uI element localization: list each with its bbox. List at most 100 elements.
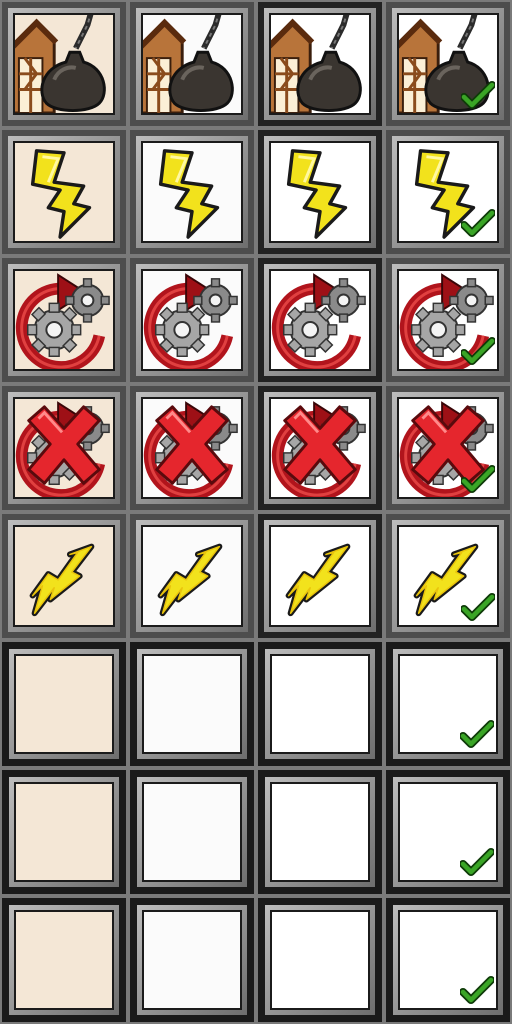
gear-cycle-cancel-icon <box>143 399 241 497</box>
sprite-button-r1-pressed[interactable] <box>256 128 384 256</box>
sprite-button-r1-selected[interactable] <box>384 128 512 256</box>
button-face <box>397 13 499 115</box>
button-face <box>397 525 499 627</box>
button-frame <box>130 258 254 382</box>
button-face <box>270 910 370 1010</box>
small-lightning-bolt-icon <box>271 527 369 625</box>
checkmark-icon <box>461 81 495 111</box>
checkmark-icon <box>461 465 495 495</box>
button-face <box>141 141 243 243</box>
sprite-button-r1-hover[interactable] <box>128 128 256 256</box>
sprite-button-r2-pressed[interactable] <box>256 256 384 384</box>
sprite-button-r0-hover[interactable] <box>128 0 256 128</box>
button-face <box>269 269 371 371</box>
button-frame <box>386 2 510 126</box>
sprite-button-r0-pressed[interactable] <box>256 0 384 128</box>
sprite-button-r4-normal[interactable] <box>0 512 128 640</box>
button-face <box>270 654 370 754</box>
button-face <box>270 782 370 882</box>
gear-cycle-cancel-icon <box>271 399 369 497</box>
sprite-button-r5-hover[interactable] <box>128 640 256 768</box>
sprite-button-r2-hover[interactable] <box>128 256 256 384</box>
button-frame <box>130 2 254 126</box>
button-frame <box>258 130 382 254</box>
button-sprite-sheet <box>0 0 512 1024</box>
checkmark-icon <box>460 976 494 1006</box>
button-face <box>142 910 242 1010</box>
sprite-button-r5-normal[interactable] <box>0 640 128 768</box>
wrecking-ball-house-icon <box>143 15 241 113</box>
button-frame <box>386 258 510 382</box>
button-frame <box>2 514 126 638</box>
small-lightning-bolt-icon <box>143 527 241 625</box>
button-frame <box>386 642 510 766</box>
sprite-button-r6-pressed[interactable] <box>256 768 384 896</box>
button-frame <box>2 642 126 766</box>
sprite-button-r4-hover[interactable] <box>128 512 256 640</box>
button-face <box>397 141 499 243</box>
button-frame <box>258 642 382 766</box>
button-frame <box>2 258 126 382</box>
sprite-button-r7-hover[interactable] <box>128 896 256 1024</box>
wrecking-ball-house-icon <box>15 15 113 113</box>
button-frame <box>258 386 382 510</box>
button-frame <box>2 898 126 1022</box>
sprite-button-r1-normal[interactable] <box>0 128 128 256</box>
sprite-button-r5-selected[interactable] <box>384 640 512 768</box>
button-frame <box>130 514 254 638</box>
sprite-button-r3-selected[interactable] <box>384 384 512 512</box>
button-face <box>269 397 371 499</box>
sprite-button-r7-selected[interactable] <box>384 896 512 1024</box>
button-face <box>269 141 371 243</box>
button-face <box>141 269 243 371</box>
sprite-button-r2-selected[interactable] <box>384 256 512 384</box>
sprite-button-r4-pressed[interactable] <box>256 512 384 640</box>
button-frame <box>386 386 510 510</box>
button-frame <box>258 514 382 638</box>
sprite-button-r0-normal[interactable] <box>0 0 128 128</box>
sprite-button-r6-normal[interactable] <box>0 768 128 896</box>
sprite-button-r5-pressed[interactable] <box>256 640 384 768</box>
button-face <box>398 782 498 882</box>
button-face <box>13 397 115 499</box>
button-face <box>13 525 115 627</box>
button-frame <box>130 642 254 766</box>
checkmark-icon <box>460 720 494 750</box>
sprite-button-r3-normal[interactable] <box>0 384 128 512</box>
button-frame <box>130 898 254 1022</box>
sprite-button-r7-normal[interactable] <box>0 896 128 1024</box>
button-face <box>13 269 115 371</box>
sprite-button-r2-normal[interactable] <box>0 256 128 384</box>
gear-cycle-icon <box>271 271 369 369</box>
checkmark-icon <box>461 337 495 367</box>
button-face <box>398 910 498 1010</box>
sprite-button-r3-pressed[interactable] <box>256 384 384 512</box>
button-face <box>14 910 114 1010</box>
button-frame <box>2 386 126 510</box>
button-face <box>269 13 371 115</box>
sprite-button-r3-hover[interactable] <box>128 384 256 512</box>
gear-cycle-icon <box>143 271 241 369</box>
button-frame <box>386 898 510 1022</box>
sprite-button-r6-selected[interactable] <box>384 768 512 896</box>
button-face <box>142 654 242 754</box>
button-frame <box>258 898 382 1022</box>
sprite-button-r4-selected[interactable] <box>384 512 512 640</box>
button-face <box>13 13 115 115</box>
button-face <box>141 397 243 499</box>
button-frame <box>130 770 254 894</box>
sprite-button-r7-pressed[interactable] <box>256 896 384 1024</box>
lightning-bolt-icon <box>15 143 113 241</box>
button-frame <box>130 386 254 510</box>
sprite-button-r0-selected[interactable] <box>384 0 512 128</box>
checkmark-icon <box>460 848 494 878</box>
gear-cycle-icon <box>15 271 113 369</box>
button-face <box>14 782 114 882</box>
button-frame <box>2 130 126 254</box>
button-frame <box>386 770 510 894</box>
button-frame <box>2 770 126 894</box>
gear-cycle-cancel-icon <box>15 399 113 497</box>
button-face <box>142 782 242 882</box>
sprite-button-r6-hover[interactable] <box>128 768 256 896</box>
button-frame <box>386 130 510 254</box>
